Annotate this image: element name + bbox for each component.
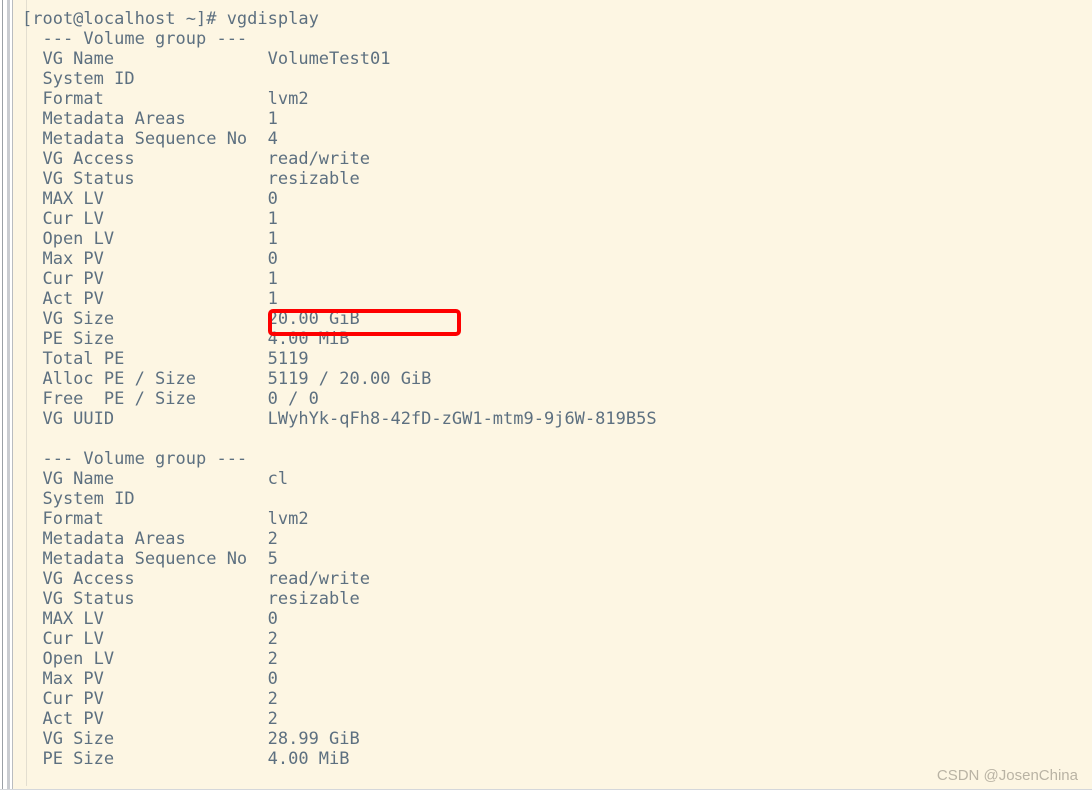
terminal-line: Cur LV 1 <box>22 209 278 229</box>
terminal-line: PE Size 4.00 MiB <box>22 749 350 769</box>
terminal-line: Cur PV 1 <box>22 269 278 289</box>
terminal-line: Act PV 2 <box>22 709 278 729</box>
terminal-line: Alloc PE / Size 5119 / 20.00 GiB <box>22 369 432 389</box>
terminal-line: VG UUID LWyhYk-qFh8-42fD-zGW1-mtm9-9j6W-… <box>22 409 657 429</box>
terminal-scrollbar[interactable] <box>0 0 12 800</box>
terminal-line: --- Volume group --- <box>22 449 248 469</box>
terminal-line: Cur LV 2 <box>22 629 278 649</box>
terminal-output[interactable]: [root@localhost ~]# vgdisplay --- Volume… <box>22 9 1072 769</box>
terminal-line: Max PV 0 <box>22 249 278 269</box>
terminal-line: Open LV 2 <box>22 649 278 669</box>
terminal-line: VG Name cl <box>22 469 289 489</box>
terminal-line: System ID <box>22 69 135 89</box>
terminal-line: PE Size 4.00 MiB <box>22 329 350 349</box>
window-bottom-strip <box>0 789 1092 800</box>
terminal-line: System ID <box>22 489 135 509</box>
terminal-line: Format lvm2 <box>22 509 309 529</box>
terminal-line: Total PE 5119 <box>22 349 309 369</box>
terminal-line: MAX LV 0 <box>22 189 278 209</box>
terminal-line: Format lvm2 <box>22 89 309 109</box>
terminal-line: [root@localhost ~]# vgdisplay <box>22 9 319 29</box>
terminal-line: Act PV 1 <box>22 289 278 309</box>
terminal-line: VG Access read/write <box>22 149 370 169</box>
terminal-line: --- Volume group --- <box>22 29 248 49</box>
terminal-line: Free PE / Size 0 / 0 <box>22 389 319 409</box>
scrollbar-thumb[interactable] <box>7 0 10 790</box>
terminal-line: VG Status resizable <box>22 169 360 189</box>
terminal-line: MAX LV 0 <box>22 609 278 629</box>
terminal-line: Metadata Areas 2 <box>22 529 278 549</box>
csdn-watermark: CSDN @JosenChina <box>936 767 1078 784</box>
terminal-line: VG Name VolumeTest01 <box>22 49 391 69</box>
terminal-window: [root@localhost ~]# vgdisplay --- Volume… <box>0 0 1092 800</box>
terminal-line: Open LV 1 <box>22 229 278 249</box>
terminal-line: VG Size 28.99 GiB <box>22 729 360 749</box>
terminal-line: Metadata Sequence No 4 <box>22 129 278 149</box>
terminal-line: VG Status resizable <box>22 589 360 609</box>
terminal-line: Max PV 0 <box>22 669 278 689</box>
terminal-line: Metadata Areas 1 <box>22 109 278 129</box>
terminal-line: Cur PV 2 <box>22 689 278 709</box>
terminal-line: Metadata Sequence No 5 <box>22 549 278 569</box>
scrollbar-track[interactable] <box>2 0 10 800</box>
terminal-line: VG Size 20.00 GiB <box>22 309 360 329</box>
terminal-line: VG Access read/write <box>22 569 370 589</box>
